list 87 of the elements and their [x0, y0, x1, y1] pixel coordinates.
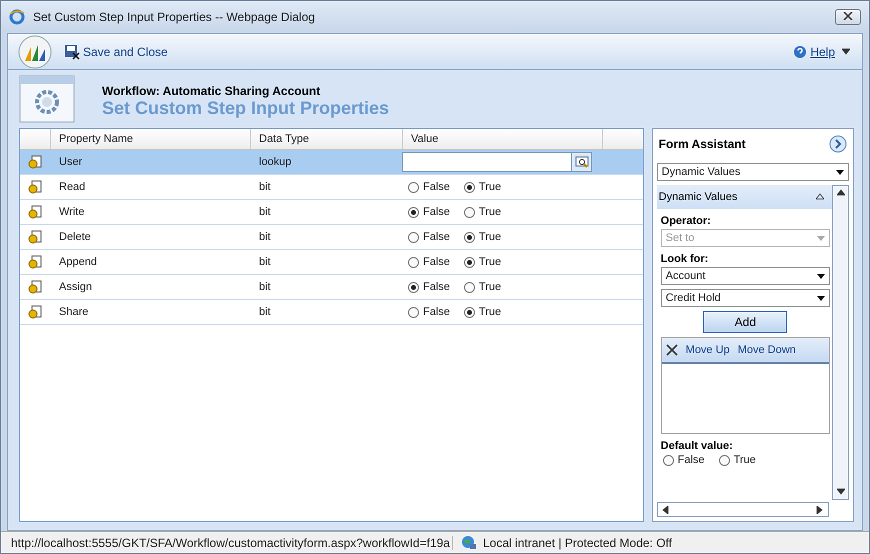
radio-button[interactable]: [464, 232, 475, 242]
data-type: bit: [258, 256, 272, 268]
lookup-icon[interactable]: [571, 153, 591, 171]
radio-button[interactable]: [408, 206, 419, 218]
property-name: Assign: [58, 281, 94, 293]
vertical-scrollbar[interactable]: [832, 185, 849, 500]
radio-option[interactable]: True: [464, 231, 502, 243]
radio-option[interactable]: True: [464, 181, 502, 193]
panel-title: Form Assistant: [658, 137, 746, 151]
app-logo-icon: [16, 34, 54, 68]
browser-icon: [9, 9, 25, 25]
radio-option[interactable]: False: [408, 206, 450, 218]
dropdown-arrow-icon: [817, 296, 825, 300]
data-type: bit: [258, 231, 272, 243]
radio-option[interactable]: False: [662, 454, 705, 466]
radio-option[interactable]: True: [464, 256, 502, 268]
scroll-up-icon[interactable]: [837, 189, 845, 197]
radio-option[interactable]: False: [408, 281, 450, 293]
window-title: Set Custom Step Input Properties -- Webpage Dialog: [33, 10, 316, 24]
radio-option[interactable]: False: [408, 181, 450, 193]
radio-option[interactable]: True: [718, 454, 756, 466]
help-button[interactable]: Help: [793, 44, 854, 58]
save-close-icon: [64, 44, 80, 60]
help-icon: [793, 44, 808, 58]
radio-button[interactable]: [408, 256, 419, 268]
delete-icon[interactable]: [666, 344, 678, 356]
scroll-right-icon[interactable]: [816, 506, 824, 514]
security-zone: Local intranet | Protected Mode: Off: [482, 536, 672, 550]
scroll-down-icon[interactable]: [837, 488, 845, 496]
horizontal-scrollbar[interactable]: [656, 502, 829, 517]
lookup-field[interactable]: [402, 152, 592, 172]
radio-option[interactable]: True: [464, 306, 502, 318]
radio-button[interactable]: [464, 206, 475, 218]
default-value-label: Default value:: [660, 440, 734, 452]
radio-button[interactable]: [464, 306, 475, 318]
data-type: lookup: [258, 156, 292, 168]
scroll-left-icon[interactable]: [662, 506, 670, 514]
column-header[interactable]: Property Name: [50, 129, 250, 149]
property-name: Append: [58, 256, 98, 268]
data-type: bit: [258, 206, 272, 218]
data-type: bit: [258, 306, 272, 318]
radio-button[interactable]: [408, 282, 419, 292]
column-header[interactable]: Data Type: [250, 129, 402, 149]
look-for-label: Look for:: [660, 253, 710, 265]
radio-button[interactable]: [662, 454, 674, 466]
move-down-button[interactable]: Move Down: [738, 344, 796, 356]
dropdown-arrow-icon: [817, 236, 825, 240]
radio-button[interactable]: [718, 454, 730, 466]
radio-option[interactable]: True: [464, 206, 502, 218]
data-type: bit: [258, 181, 272, 193]
property-row[interactable]: User lookup: [20, 150, 643, 175]
status-url: http://localhost:5555/GKT/SFA/Workflow/customactivityform.aspx?workflowId=f19a: [1, 536, 453, 550]
dropdown-arrow-icon: [836, 170, 844, 174]
attribute-dropdown[interactable]: Credit Hold: [660, 289, 830, 307]
workflow-subtitle: Workflow: Automatic Sharing Account: [102, 84, 322, 98]
section-header[interactable]: Dynamic Values: [656, 185, 832, 209]
radio-button[interactable]: [408, 306, 419, 318]
property-name: Write: [58, 206, 86, 218]
close-icon: [843, 12, 853, 20]
caret-icon[interactable]: [842, 48, 850, 56]
column-header[interactable]: Value: [402, 129, 602, 149]
property-name: Delete: [58, 231, 92, 243]
property-name: User: [58, 156, 84, 168]
radio-option[interactable]: False: [408, 256, 450, 268]
property-name: Read: [58, 181, 86, 193]
dynamic-values-dropdown[interactable]: Dynamic Values: [656, 163, 849, 181]
radio-option[interactable]: False: [408, 306, 450, 318]
radio-button[interactable]: [464, 182, 475, 192]
radio-option[interactable]: True: [464, 281, 502, 293]
close-button[interactable]: [835, 9, 861, 25]
page-title: Set Custom Step Input Properties: [102, 98, 390, 118]
add-button[interactable]: Add: [703, 311, 788, 333]
radio-button[interactable]: [408, 182, 419, 192]
property-name: Share: [58, 306, 90, 318]
radio-option[interactable]: False: [408, 231, 450, 243]
dropdown-arrow-icon: [817, 274, 825, 278]
radio-button[interactable]: [464, 282, 475, 292]
radio-button[interactable]: [464, 256, 475, 268]
data-type: bit: [258, 281, 272, 293]
entity-dropdown[interactable]: Account: [660, 267, 830, 285]
collapse-icon[interactable]: [816, 193, 824, 201]
chevron-right-icon[interactable]: [829, 135, 847, 153]
operator-label: Operator:: [660, 215, 712, 227]
move-up-button[interactable]: Move Up: [686, 344, 730, 356]
globe-icon: [461, 534, 477, 550]
save-and-close-button[interactable]: Save and Close: [64, 44, 168, 60]
radio-button[interactable]: [408, 232, 419, 242]
